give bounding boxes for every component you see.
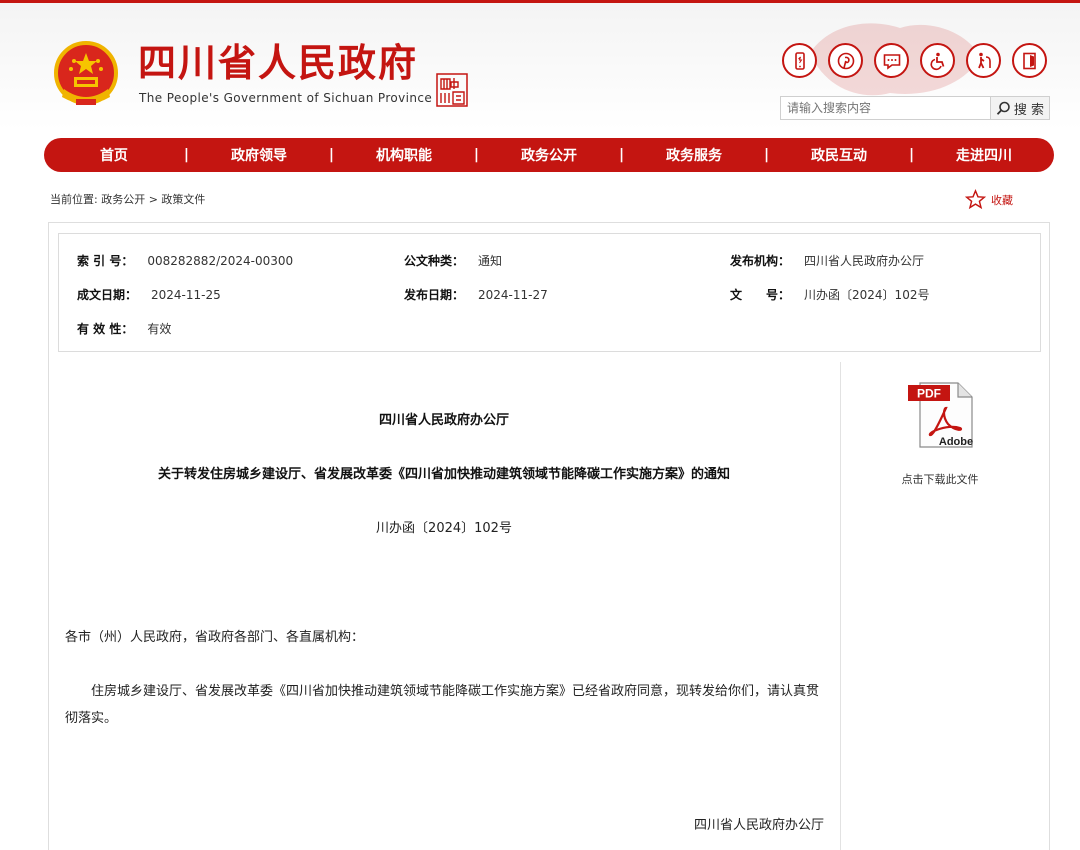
search-icon [996,101,1010,115]
star-icon [965,189,986,210]
document-number: 川办函〔2024〕102号 [376,521,512,536]
pinterest-icon[interactable] [828,43,863,78]
elderly-icon[interactable] [966,43,1001,78]
search-button-label: 搜 索 [1013,102,1045,118]
nav-item-about-sichuan[interactable]: 走进四川 [914,145,1054,165]
document-body: 住房城乡建设厅、省发展改革委《四川省加快推动建筑领域节能降碳工作实施方案》已经省… [65,684,820,726]
main-nav: 首页 | 政府领导 | 机构职能 | 政务公开 | 政务服务 | 政民互动 | … [44,138,1054,172]
download-file-link[interactable]: 点击下载此文件 [860,471,1020,487]
document-title: 关于转发住房城乡建设厅、省发展改革委《四川省加快推动建筑领域节能降碳工作实施方案… [157,467,730,482]
seal-logo-icon [436,73,468,107]
meta-published-date: 发布日期： 2024-11-27 [404,288,548,302]
meta-created-date: 成文日期： 2024-11-25 [77,288,221,302]
meta-index: 索 引 号： 008282882/2024-00300 [77,254,294,268]
national-emblem-icon [54,41,118,105]
site-subtitle: The People's Government of Sichuan Provi… [139,91,433,105]
column-divider [840,362,841,850]
breadcrumb: 当前位置: 政务公开 > 政策文件 [50,193,206,206]
pdf-badge-text: PDF [917,387,941,401]
nav-item-institutions[interactable]: 机构职能 [334,145,474,165]
search-bar: 搜 索 [780,96,1050,120]
accessibility-icon[interactable] [920,43,955,78]
message-icon[interactable] [874,43,909,78]
mobile-icon[interactable] [782,43,817,78]
site-header: 四川省人民政府 The People's Government of Sichu… [0,3,1080,130]
meta-org: 发布机构： 四川省人民政府办公厅 [730,254,925,268]
pdf-download-icon[interactable]: PDF Adobe [906,380,976,450]
nav-item-interaction[interactable]: 政民互动 [769,145,909,165]
nav-item-services[interactable]: 政务服务 [624,145,764,165]
exit-icon[interactable] [1012,43,1047,78]
meta-doc-number: 文 号： 川办函〔2024〕102号 [730,288,930,302]
nav-item-home[interactable]: 首页 [44,145,184,165]
search-button[interactable]: 搜 索 [991,96,1050,120]
adobe-text: Adobe [939,436,973,448]
document-signature: 四川省人民政府办公厅 [693,818,824,833]
search-input[interactable] [780,96,991,120]
document-salutation: 各市（州）人民政府，省政府各部门、各直属机构： [65,630,365,645]
quick-icons-bar [782,43,1047,79]
meta-type: 公文种类： 通知 [404,254,503,268]
favorite-label: 收藏 [991,193,1013,207]
site-title: 四川省人民政府 [138,41,419,85]
nav-item-leaders[interactable]: 政府领导 [189,145,329,165]
meta-validity: 有 效 性： 有效 [77,322,172,336]
document-meta-box: 索 引 号： 008282882/2024-00300 公文种类： 通知 发布机构：… [58,233,1041,352]
favorite-button[interactable]: 收藏 [965,189,1013,210]
document-issuer: 四川省人民政府办公厅 [378,413,509,428]
nav-item-open-affairs[interactable]: 政务公开 [479,145,619,165]
